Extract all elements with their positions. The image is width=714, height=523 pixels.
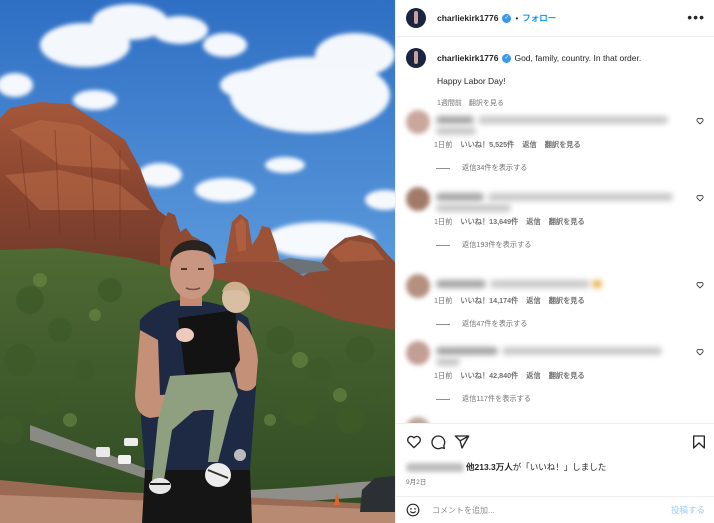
likes-summary[interactable]: 他213.3万人 が「いいね！」しました bbox=[406, 461, 606, 473]
view-replies-label: 返信117件を表示する bbox=[462, 394, 531, 403]
comment-text-blurred bbox=[490, 280, 590, 288]
likes-count[interactable]: 他213.3万人 bbox=[466, 461, 513, 473]
comment-text-blurred bbox=[488, 193, 673, 201]
commenter-avatar[interactable] bbox=[406, 110, 430, 134]
translate-link[interactable]: 翻訳を見る bbox=[549, 296, 585, 305]
comment-item: 1日前 いいね！42,840件 返信 翻訳を見る 返信117件を表示する bbox=[406, 341, 706, 421]
comment-input[interactable] bbox=[432, 505, 652, 515]
caption-username[interactable]: charliekirk1776 bbox=[437, 53, 498, 63]
caption-text: God, family, country. In that order. bbox=[514, 53, 642, 63]
share-icon[interactable] bbox=[454, 434, 470, 450]
commenter-username-blurred bbox=[436, 116, 474, 124]
commenter-username-blurred bbox=[436, 280, 486, 288]
view-replies-label: 返信193件を表示する bbox=[462, 240, 532, 249]
comment-text-blurred bbox=[502, 347, 662, 355]
commenter-username-blurred bbox=[436, 193, 484, 201]
comment-text-blurred bbox=[436, 127, 476, 135]
view-replies-label: 返信34件を表示する bbox=[462, 163, 528, 172]
heart-icon[interactable] bbox=[696, 348, 704, 356]
post-comment-button[interactable]: 投稿する bbox=[671, 504, 705, 516]
follow-button[interactable]: フォロー bbox=[522, 12, 556, 24]
comment-emoji-blurred bbox=[592, 280, 602, 288]
replies-divider bbox=[436, 323, 450, 325]
reply-button[interactable]: 返信 bbox=[526, 217, 540, 226]
comment-time[interactable]: 1日前 bbox=[434, 217, 452, 226]
bookmark-icon[interactable] bbox=[691, 434, 707, 450]
comment-likes[interactable]: いいね！14,174件 bbox=[460, 296, 518, 305]
replies-divider bbox=[436, 398, 450, 400]
post-header: charliekirk1776 ✓ • フォロー ••• bbox=[396, 0, 714, 37]
comment-time[interactable]: 1日前 bbox=[434, 296, 452, 305]
comment-text-blurred bbox=[478, 116, 668, 124]
replies-divider bbox=[436, 167, 450, 169]
verified-badge-icon: ✓ bbox=[502, 13, 512, 23]
caption-avatar[interactable] bbox=[406, 48, 426, 68]
view-replies-label: 返信47件を表示する bbox=[462, 319, 528, 328]
author-avatar[interactable] bbox=[406, 8, 426, 28]
comment-time[interactable]: 1日前 bbox=[434, 140, 452, 149]
likes-suffix: が「いいね！」しました bbox=[512, 462, 607, 472]
translate-link[interactable]: 翻訳を見る bbox=[549, 217, 585, 226]
reply-button[interactable]: 返信 bbox=[526, 371, 540, 380]
separator-dot: • bbox=[515, 13, 519, 23]
instagram-post: charliekirk1776 ✓ • フォロー ••• charliekirk… bbox=[0, 0, 714, 523]
comments-scroll-area[interactable]: charliekirk1776 ✓ God, family, country. In… bbox=[396, 38, 714, 423]
view-replies-button[interactable]: 返信34件を表示する bbox=[436, 163, 528, 173]
caption-time[interactable]: 1週間前 bbox=[437, 100, 462, 107]
comment-time[interactable]: 1日前 bbox=[434, 371, 452, 380]
more-options-icon[interactable]: ••• bbox=[687, 9, 705, 25]
reply-button[interactable]: 返信 bbox=[526, 296, 540, 305]
comment-likes[interactable]: いいね！5,525件 bbox=[460, 140, 514, 149]
heart-icon[interactable] bbox=[696, 117, 704, 125]
comment-item: 1日前 いいね！13,649件 返信 翻訳を見る 返信193件を表示する bbox=[406, 187, 706, 267]
post-sidebar: charliekirk1776 ✓ • フォロー ••• charliekirk… bbox=[395, 0, 714, 523]
comment-text-blurred bbox=[436, 358, 460, 366]
commenter-username-blurred bbox=[436, 347, 498, 355]
post-date[interactable]: 9月2日 bbox=[406, 476, 426, 486]
view-replies-button[interactable]: 返信47件を表示する bbox=[436, 319, 528, 329]
post-actions: 他213.3万人 が「いいね！」しました 9月2日 bbox=[396, 423, 714, 499]
reply-button[interactable]: 返信 bbox=[522, 140, 536, 149]
add-comment-bar: 投稿する bbox=[396, 496, 714, 523]
view-replies-button[interactable]: 返信117件を表示する bbox=[436, 394, 531, 404]
comment-icon[interactable] bbox=[430, 434, 446, 450]
post-photo[interactable] bbox=[0, 0, 395, 523]
commenter-avatar[interactable] bbox=[406, 274, 430, 298]
comment-likes[interactable]: いいね！42,840件 bbox=[460, 371, 518, 380]
emoji-icon[interactable] bbox=[406, 503, 420, 517]
comment-likes[interactable]: いいね！13,649件 bbox=[460, 217, 518, 226]
caption-translate-link[interactable]: 翻訳を見る bbox=[469, 100, 504, 107]
heart-icon[interactable] bbox=[696, 281, 704, 289]
sedona-landscape-image bbox=[0, 0, 395, 523]
heart-icon[interactable] bbox=[406, 434, 422, 450]
view-replies-button[interactable]: 返信193件を表示する bbox=[436, 240, 532, 250]
commenter-avatar[interactable] bbox=[406, 341, 430, 365]
author-username[interactable]: charliekirk1776 bbox=[437, 13, 498, 23]
commenter-avatar[interactable] bbox=[406, 187, 430, 211]
liker-username-blurred bbox=[406, 462, 464, 472]
translate-link[interactable]: 翻訳を見る bbox=[549, 371, 585, 380]
replies-divider bbox=[436, 244, 450, 246]
translate-link[interactable]: 翻訳を見る bbox=[545, 140, 581, 149]
comment-text-blurred bbox=[436, 204, 511, 212]
verified-badge-icon: ✓ bbox=[502, 54, 512, 64]
comment-item: 1日前 いいね！5,525件 返信 翻訳を見る 返信34件を表示する bbox=[406, 110, 706, 190]
heart-icon[interactable] bbox=[696, 194, 704, 202]
caption-text-line2: Happy Labor Day! bbox=[437, 76, 506, 86]
